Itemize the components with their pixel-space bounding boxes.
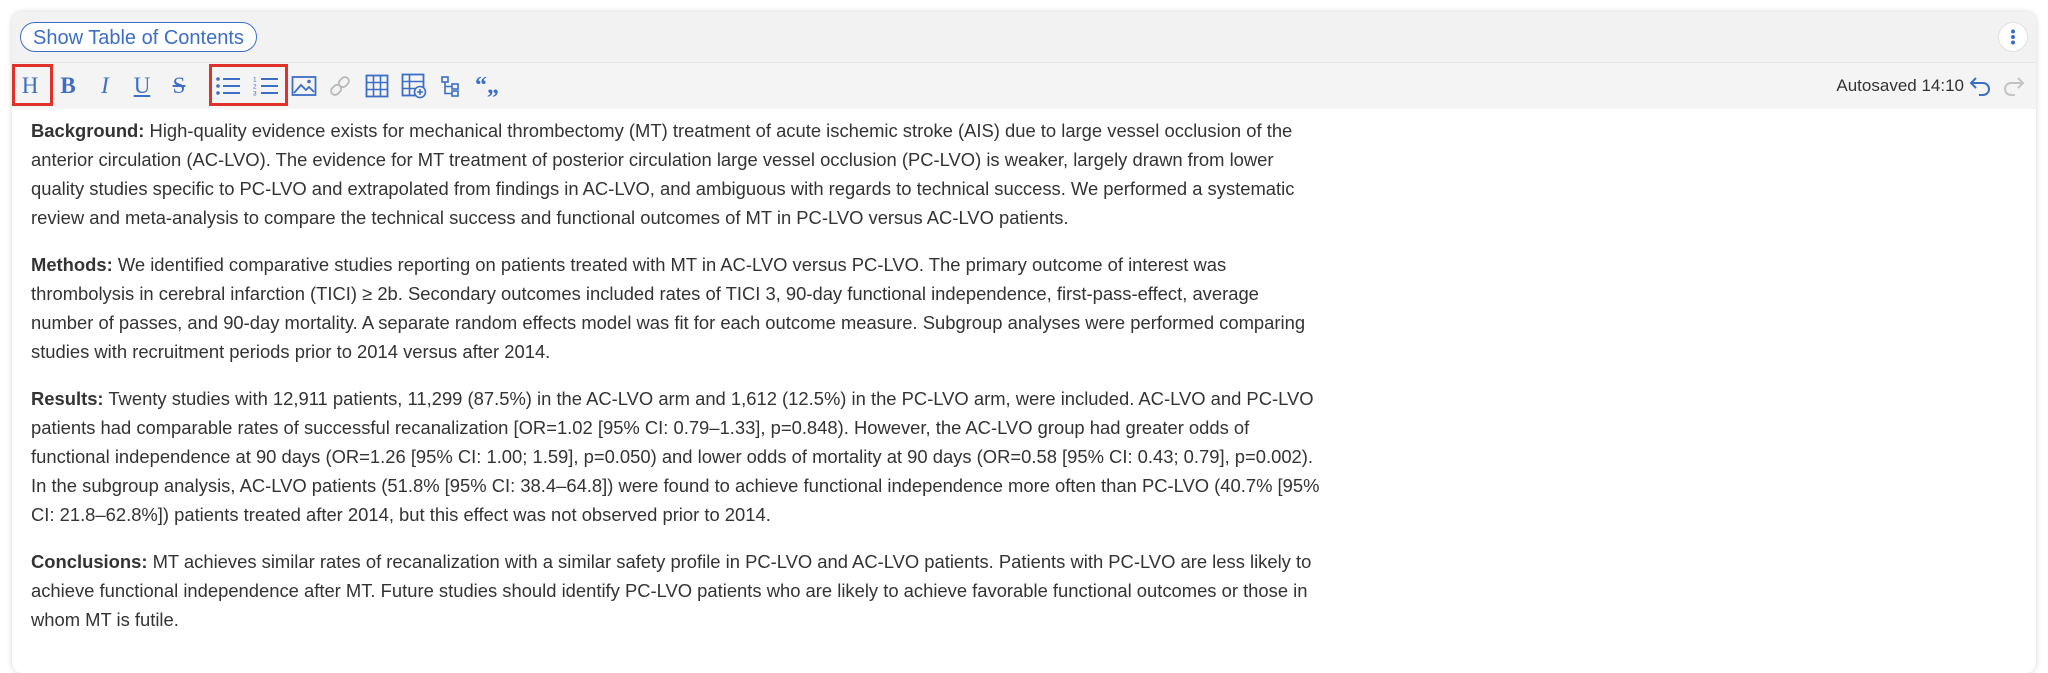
- quote-icon: “„: [475, 72, 499, 99]
- redo-icon: [2004, 77, 2025, 96]
- results-label: Results:: [31, 388, 104, 409]
- bold-icon: B: [60, 73, 76, 98]
- results-text: Twenty studies with 12,911 patients, 11,…: [31, 388, 1320, 525]
- redo-button[interactable]: [2000, 72, 2026, 98]
- link-icon: [330, 76, 350, 96]
- autosave-status: Autosaved 14:10: [1836, 76, 1964, 95]
- image-icon: [291, 76, 317, 96]
- italic-button[interactable]: I: [90, 71, 120, 101]
- table-button[interactable]: [362, 71, 392, 101]
- undo-button[interactable]: [1968, 72, 1994, 98]
- undo-icon: [1969, 77, 1990, 96]
- quote-button[interactable]: “„: [472, 71, 502, 101]
- underline-button[interactable]: U: [127, 71, 157, 101]
- tree-button[interactable]: [436, 71, 466, 101]
- more-options-button[interactable]: [1998, 22, 2028, 52]
- tree-icon: [441, 76, 459, 97]
- link-button[interactable]: [325, 71, 355, 101]
- strikethrough-button[interactable]: S: [164, 71, 194, 101]
- table-add-icon: [401, 73, 427, 99]
- results-paragraph: Results: Twenty studies with 12,911 pati…: [31, 384, 1321, 529]
- background-text: High-quality evidence exists for mechani…: [31, 120, 1295, 228]
- list-buttons-highlight-box: [209, 64, 288, 106]
- editor-header: Show Table of Contents: [12, 12, 2036, 63]
- insert-table-button[interactable]: [399, 71, 429, 101]
- formatting-toolbar: H B I U S 1 2 3 “„ Autosaved 14:10: [12, 63, 2036, 109]
- underline-icon: U: [133, 73, 151, 98]
- table-icon: [365, 74, 389, 98]
- image-button[interactable]: [289, 71, 319, 101]
- methods-text: We identified comparative studies report…: [31, 254, 1306, 362]
- conclusions-paragraph: Conclusions: MT achieves similar rates o…: [31, 547, 1321, 634]
- show-toc-button[interactable]: Show Table of Contents: [20, 22, 257, 52]
- abstract-text-area[interactable]: Background: High-quality evidence exists…: [31, 116, 1321, 652]
- editor-panel: Show Table of Contents H B I U S 1 2 3 “…: [12, 12, 2036, 673]
- background-paragraph: Background: High-quality evidence exists…: [31, 116, 1321, 232]
- italic-icon: I: [101, 73, 109, 98]
- strikethrough-icon: S: [172, 73, 186, 98]
- methods-paragraph: Methods: We identified comparative studi…: [31, 250, 1321, 366]
- background-label: Background:: [31, 120, 145, 141]
- conclusions-label: Conclusions:: [31, 551, 148, 572]
- heading-highlight-box: [12, 64, 53, 106]
- conclusions-text: MT achieves similar rates of recanalizat…: [31, 551, 1312, 630]
- kebab-menu-icon: [2011, 29, 2015, 45]
- methods-label: Methods:: [31, 254, 113, 275]
- bold-button[interactable]: B: [53, 71, 83, 101]
